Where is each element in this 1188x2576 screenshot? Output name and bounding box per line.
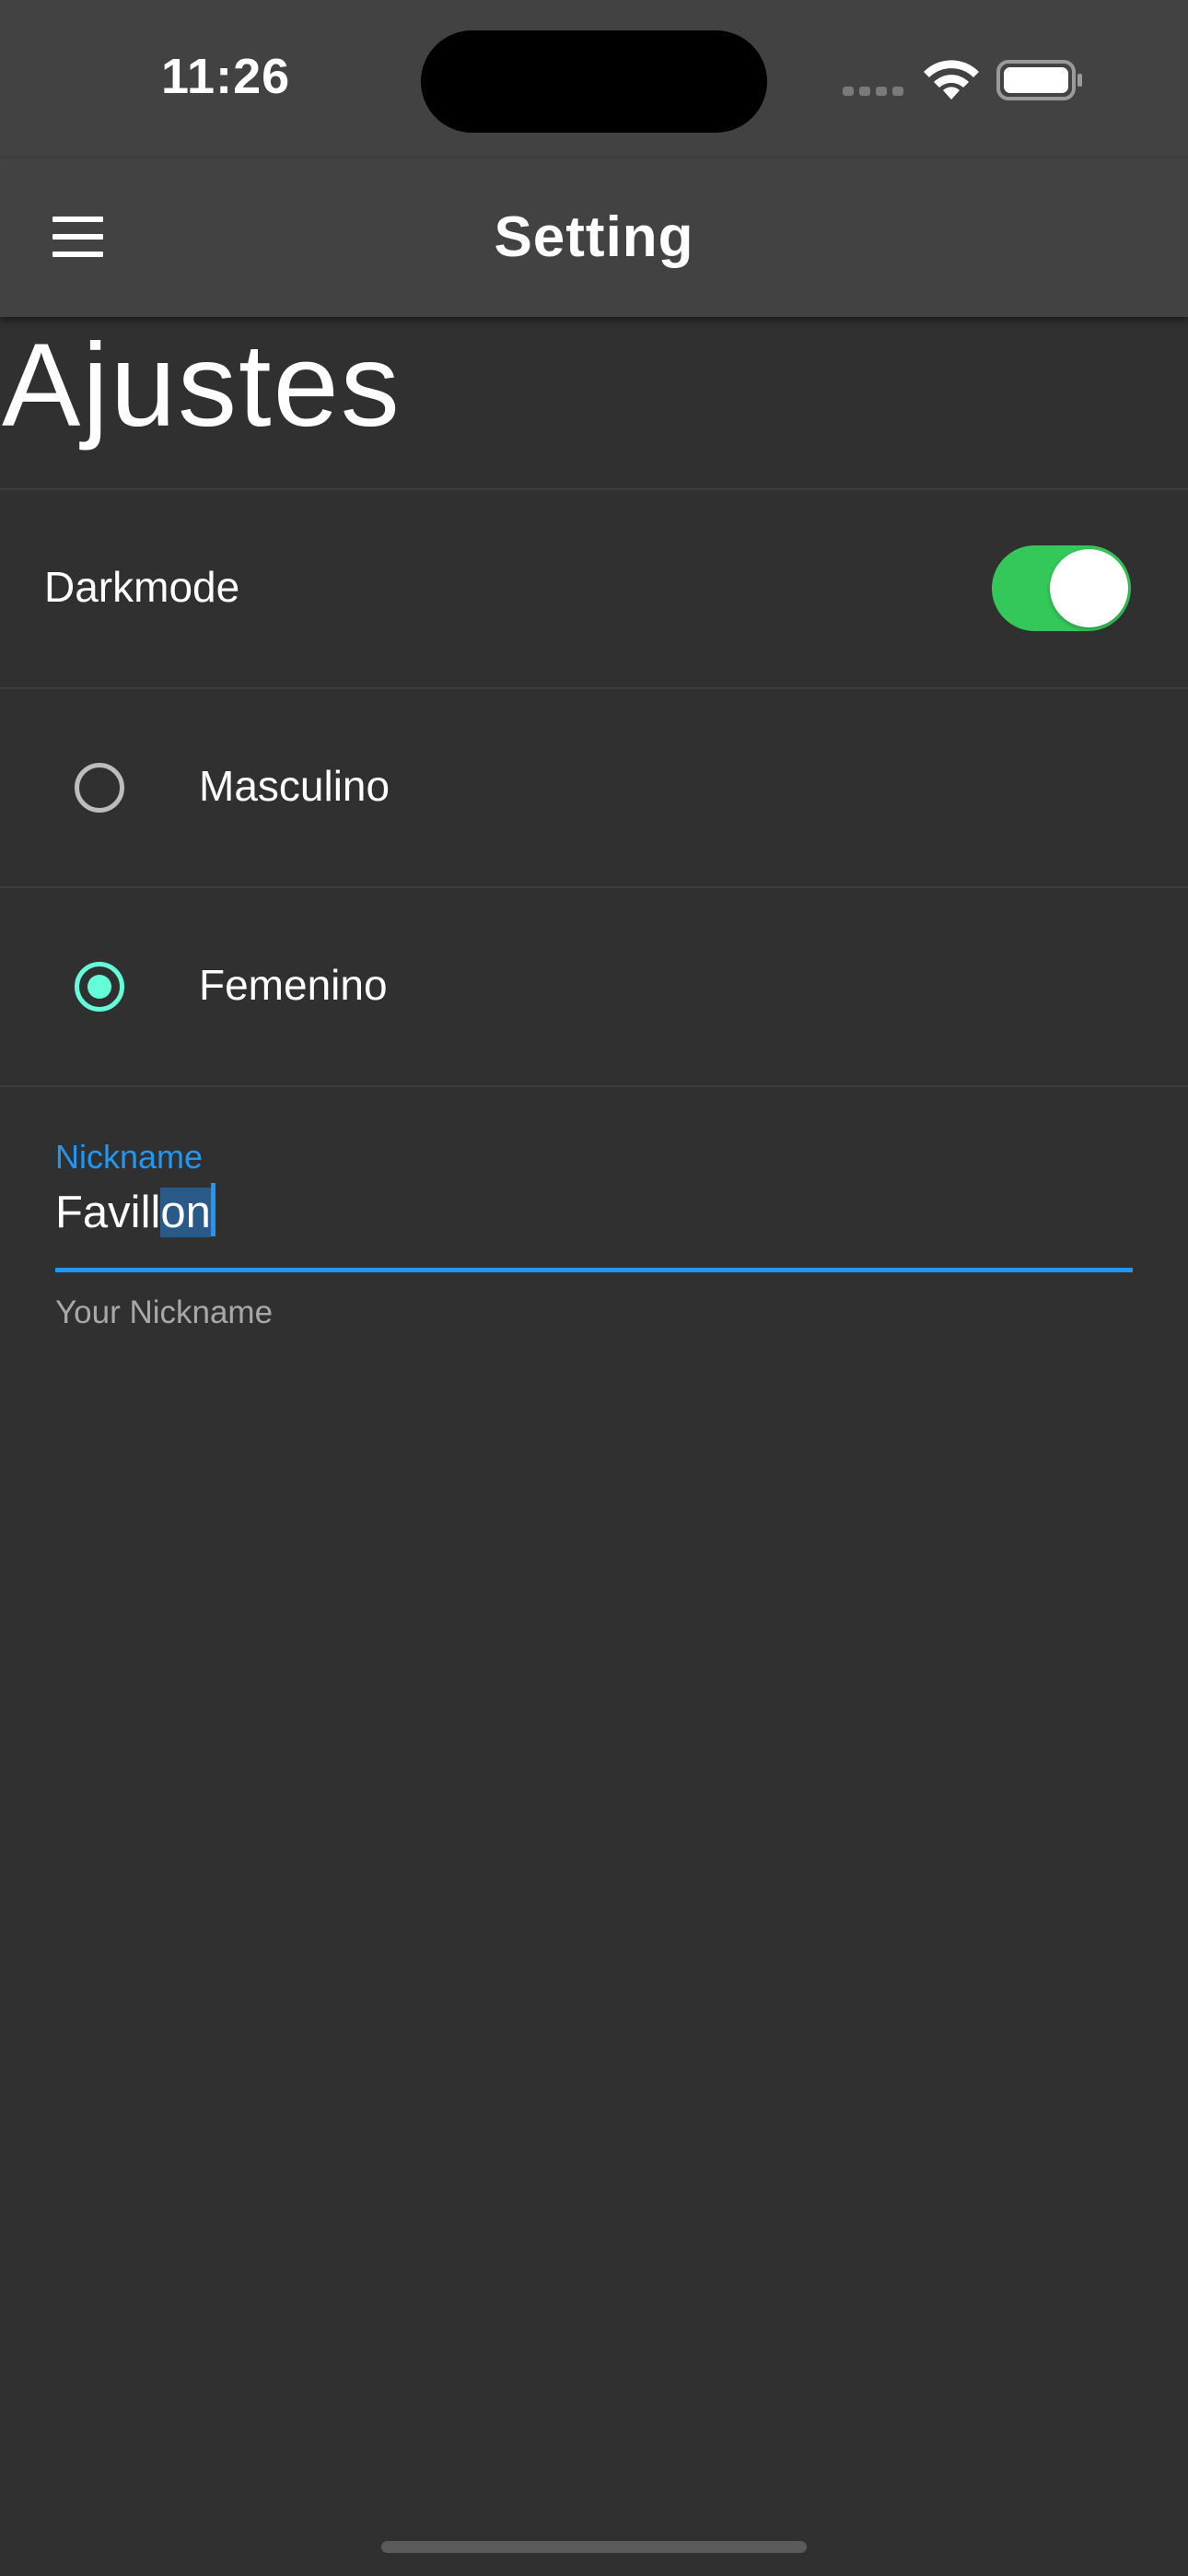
gender-option-masculino[interactable]: Masculino [0, 689, 1188, 886]
gender-option-femenino[interactable]: Femenino [0, 888, 1188, 1085]
nickname-selection: on [160, 1188, 211, 1237]
status-time: 11:26 [161, 49, 291, 104]
app-bar-title: Setting [494, 205, 694, 269]
radio-masculino[interactable] [75, 763, 124, 813]
text-cursor [210, 1183, 215, 1236]
page-heading: Ajustes [2, 320, 402, 451]
gender-option-label: Femenino [199, 961, 388, 1009]
nickname-field-label: Nickname [55, 1138, 204, 1176]
radio-femenino[interactable] [75, 962, 124, 1012]
status-bar: 11:26 [0, 0, 1188, 158]
gender-option-label: Masculino [199, 762, 390, 810]
toggle-knob [1050, 549, 1128, 627]
home-indicator[interactable] [381, 2541, 807, 2553]
darkmode-label: Darkmode [44, 563, 240, 611]
wifi-icon [921, 57, 982, 106]
nickname-helper-text: Your Nickname [55, 1294, 274, 1330]
nickname-field-underline [55, 1268, 1133, 1272]
battery-icon [996, 59, 1085, 106]
app-bar: Setting [0, 158, 1188, 317]
darkmode-toggle[interactable] [992, 545, 1131, 631]
cellular-signal-icon [843, 87, 903, 96]
divider [0, 1085, 1188, 1087]
dynamic-island [421, 30, 767, 133]
nickname-value-text: Favill [55, 1188, 161, 1237]
nickname-field[interactable]: Favillon [55, 1183, 215, 1238]
